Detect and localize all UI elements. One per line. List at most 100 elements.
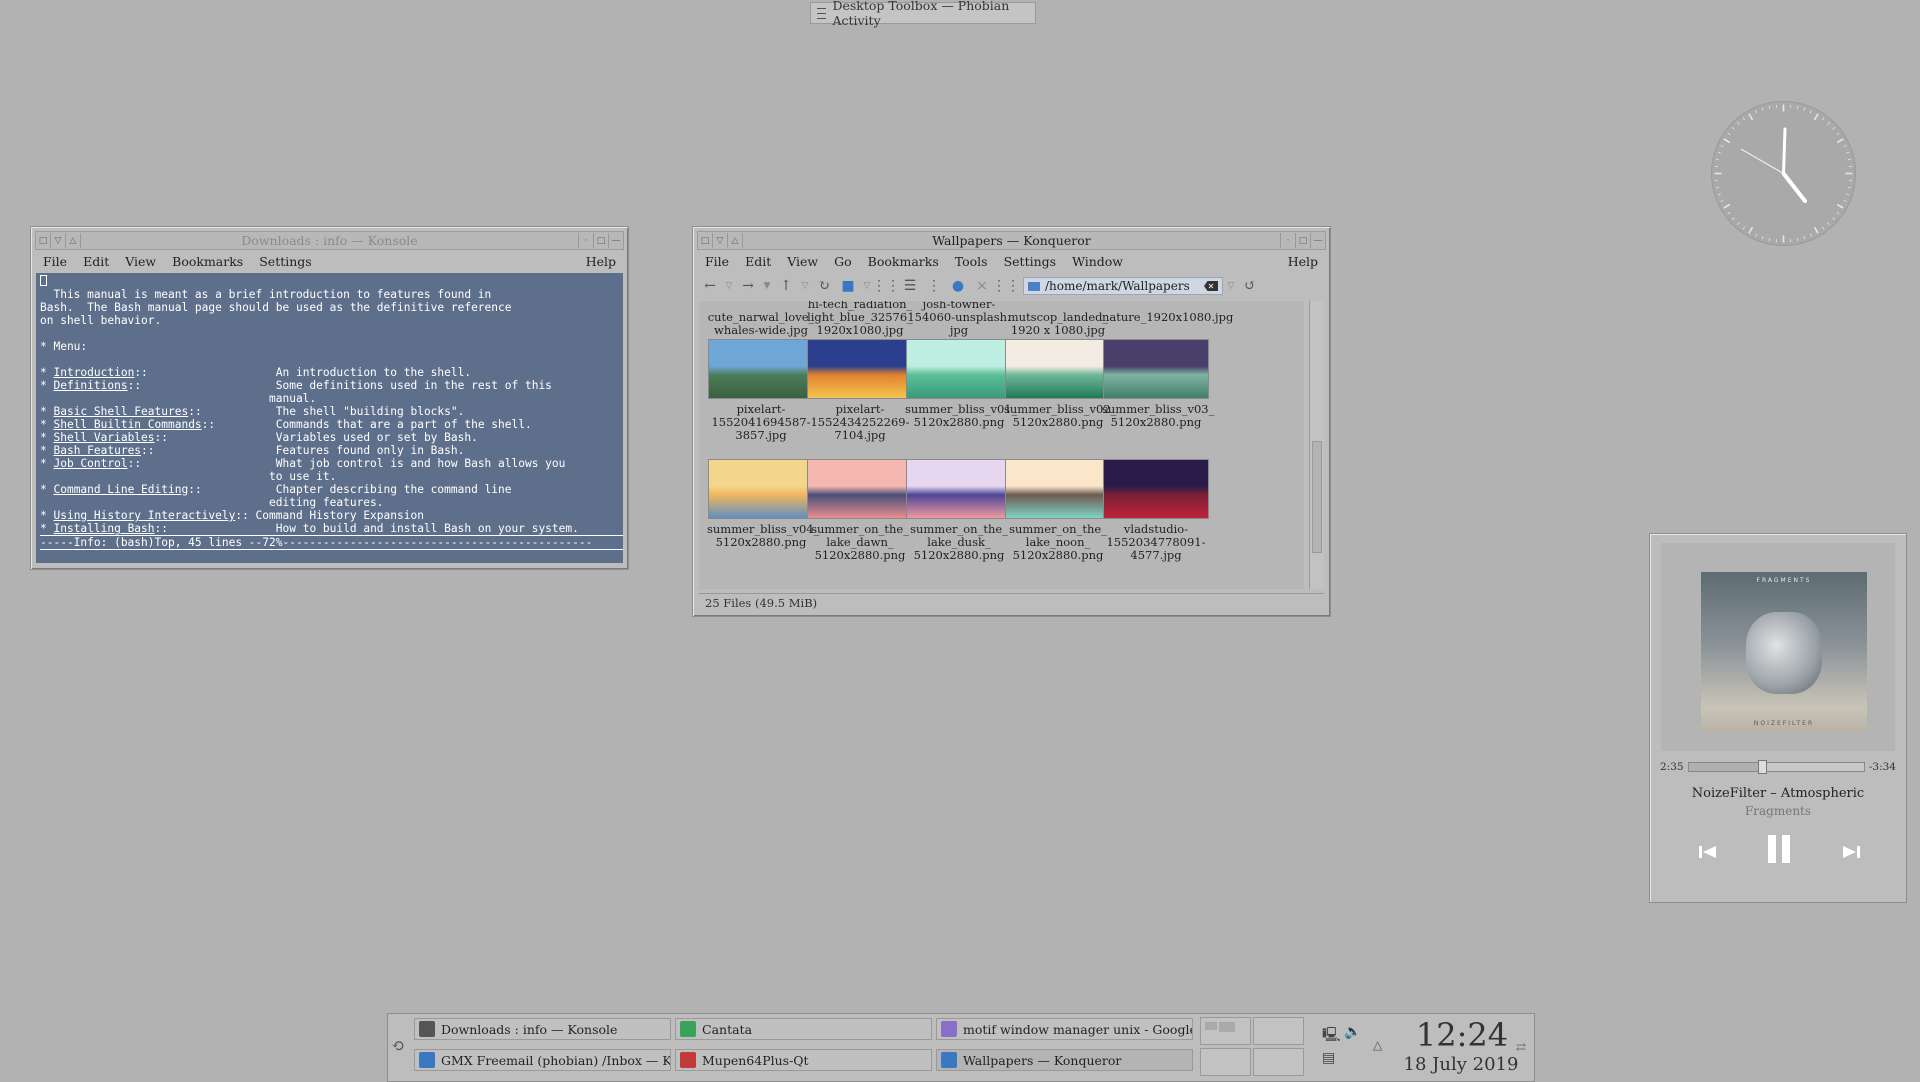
file-item[interactable]: summer_bliss_v02_5120x2880.png (1004, 339, 1112, 429)
reload-icon[interactable]: ↻ (813, 275, 835, 297)
split-view-icon[interactable]: ⋮⋮ (995, 275, 1017, 297)
taskbar-task[interactable]: Cantata (675, 1018, 932, 1040)
go-icon[interactable]: ↺ (1239, 275, 1261, 297)
file-item[interactable]: vladstudio-1552034778091-4577.jpg (1102, 459, 1210, 562)
taskbar-task[interactable]: Wallpapers — Konqueror (936, 1049, 1193, 1071)
menu-window[interactable]: Window (1064, 254, 1131, 269)
file-item[interactable]: summer_bliss_v01_5120x2880.png (905, 339, 1013, 429)
seek-slider[interactable] (1688, 762, 1865, 772)
file-view-scrollbar[interactable] (1309, 301, 1324, 589)
file-item[interactable]: summer_on_the_lake_dusk_5120x2880.png (905, 459, 1013, 562)
scrollbar-thumb[interactable] (1312, 441, 1322, 553)
menu-file[interactable]: File (35, 254, 75, 269)
clipboard-icon[interactable]: ▤ (1322, 1050, 1335, 1066)
info-node-link[interactable]: Shell Variables (53, 431, 154, 444)
info-node-link[interactable]: Shell Builtin Commands (53, 418, 201, 431)
back-history-icon[interactable]: ▽ (723, 275, 735, 297)
previous-track-button[interactable] (1698, 844, 1718, 860)
window-menu-icon[interactable]: □ (698, 233, 713, 248)
taskbar-task[interactable]: motif window manager unix - Google S... (936, 1018, 1193, 1040)
info-node-link[interactable]: Introduction (53, 366, 134, 379)
info-node-link[interactable]: Using History Interactively (53, 509, 235, 522)
forward-history-icon[interactable]: ▼ (761, 275, 773, 297)
menu-view[interactable]: View (779, 254, 826, 269)
keep-above-icon[interactable]: △ (728, 233, 743, 248)
up-history-icon[interactable]: ▽ (799, 275, 811, 297)
desktop-toolbox[interactable]: Desktop Toolbox — Phobian Activity (810, 2, 1036, 24)
volume-icon[interactable]: 🔈 (1344, 1024, 1361, 1040)
keep-above-icon[interactable]: △ (66, 233, 81, 248)
stop-icon[interactable]: × (971, 275, 993, 297)
launcher-icon[interactable]: ⟲ (391, 1036, 404, 1055)
taskbar-task[interactable]: GMX Freemail (phobian) /Inbox — KMail (414, 1049, 671, 1071)
pager-desktop-4[interactable] (1253, 1048, 1304, 1076)
forward-icon[interactable]: → (737, 275, 759, 297)
file-item[interactable]: mutscop_landed_1920 x 1080.jpg (1004, 311, 1112, 337)
konsole-titlebar[interactable]: □ ▽ △ Downloads : info — Konsole · □ — (35, 231, 624, 250)
file-item[interactable]: summer_on_the_lake_noon_5120x2880.png (1004, 459, 1112, 562)
file-item[interactable]: josh-towner-154060-unsplash.jpg (905, 301, 1013, 337)
minimize-icon[interactable]: · (578, 233, 593, 248)
icon-view-icon[interactable]: ⋮⋮ (875, 275, 897, 297)
close-icon[interactable]: — (608, 233, 623, 248)
maximize-icon[interactable]: □ (1295, 233, 1310, 248)
tray-expand-icon[interactable]: △ (1373, 1038, 1382, 1052)
minimize-icon[interactable]: · (1280, 233, 1295, 248)
menu-edit[interactable]: Edit (75, 254, 117, 269)
menu-bookmarks[interactable]: Bookmarks (860, 254, 947, 269)
file-item[interactable]: nature_1920x1080.jpg (1102, 311, 1210, 324)
info-node-link[interactable]: Basic Shell Features (53, 405, 188, 418)
download-icon[interactable]: ● (947, 275, 969, 297)
digital-clock-date[interactable]: 18 July 2019 (1391, 1054, 1531, 1075)
file-item[interactable]: summer_on_the_lake_dawn_5120x2880.png (806, 459, 914, 562)
info-node-link[interactable]: Definitions (53, 379, 127, 392)
menu-go[interactable]: Go (826, 254, 860, 269)
pause-button[interactable] (1766, 834, 1792, 864)
back-icon[interactable]: ← (699, 275, 721, 297)
file-item[interactable]: pixelart-1552434252269-7104.jpg (806, 339, 914, 442)
konqueror-titlebar[interactable]: □ ▽ △ Wallpapers — Konqueror · □ — (697, 231, 1326, 250)
panel-settings-icon[interactable]: ⇄ (1516, 1040, 1526, 1054)
location-dropdown-icon[interactable]: ▽ (1225, 275, 1237, 297)
clear-location-icon[interactable]: ✕ (1204, 281, 1218, 291)
menu-tools[interactable]: Tools (947, 254, 996, 269)
seek-handle[interactable] (1758, 760, 1767, 774)
konsole-window[interactable]: □ ▽ △ Downloads : info — Konsole · □ — F… (30, 226, 629, 570)
network-icon[interactable]: 🖳 (1322, 1024, 1341, 1048)
menu-edit[interactable]: Edit (737, 254, 779, 269)
info-node-link[interactable]: Bash Features (53, 444, 141, 457)
location-field[interactable]: /home/mark/Wallpapers ✕ (1023, 277, 1223, 295)
menu-help[interactable]: Help (1280, 254, 1326, 269)
home-folder-icon[interactable]: ■ (837, 275, 859, 297)
pager-desktop-3[interactable] (1200, 1048, 1251, 1076)
info-node-link[interactable]: Command Line Editing (53, 483, 188, 496)
pager-desktop-1[interactable] (1200, 1017, 1251, 1045)
menu-bookmarks[interactable]: Bookmarks (164, 254, 251, 269)
next-track-button[interactable] (1841, 844, 1861, 860)
menu-help[interactable]: Help (578, 254, 624, 269)
file-item[interactable]: summer_bliss_v04_5120x2880.png (707, 459, 815, 549)
file-item[interactable]: pixelart-1552041694587-3857.jpg (707, 339, 815, 442)
info-node-link[interactable]: Job Control (53, 457, 127, 470)
shade-icon[interactable]: ▽ (713, 233, 728, 248)
digital-clock-time[interactable]: 12:24 (1407, 1016, 1517, 1054)
compact-view-icon[interactable]: ⋮ (923, 275, 945, 297)
terminal-output[interactable]: This manual is meant as a brief introduc… (36, 273, 623, 563)
taskbar-task[interactable]: Downloads : info — Konsole (414, 1018, 671, 1040)
up-icon[interactable]: ↑ (775, 275, 797, 297)
pager-desktop-2[interactable] (1253, 1017, 1304, 1045)
menu-settings[interactable]: Settings (251, 254, 319, 269)
taskbar-task[interactable]: Mupen64Plus-Qt (675, 1049, 932, 1071)
konqueror-window[interactable]: □ ▽ △ Wallpapers — Konqueror · □ — File … (692, 226, 1331, 617)
window-menu-icon[interactable]: □ (36, 233, 51, 248)
menu-settings[interactable]: Settings (996, 254, 1064, 269)
file-item[interactable]: cute_narwal_love_whales-wide.jpg (707, 311, 815, 337)
menu-view[interactable]: View (117, 254, 164, 269)
maximize-icon[interactable]: □ (593, 233, 608, 248)
details-view-icon[interactable]: ☰ (899, 275, 921, 297)
menu-file[interactable]: File (697, 254, 737, 269)
file-view[interactable]: cute_narwal_love_whales-wide.jpghi-tech_… (699, 301, 1304, 589)
file-item[interactable]: hi-tech_radiation_light_blue_32576_1920x… (806, 301, 914, 337)
shade-icon[interactable]: ▽ (51, 233, 66, 248)
file-item[interactable]: summer_bliss_v03_5120x2880.png (1102, 339, 1210, 429)
